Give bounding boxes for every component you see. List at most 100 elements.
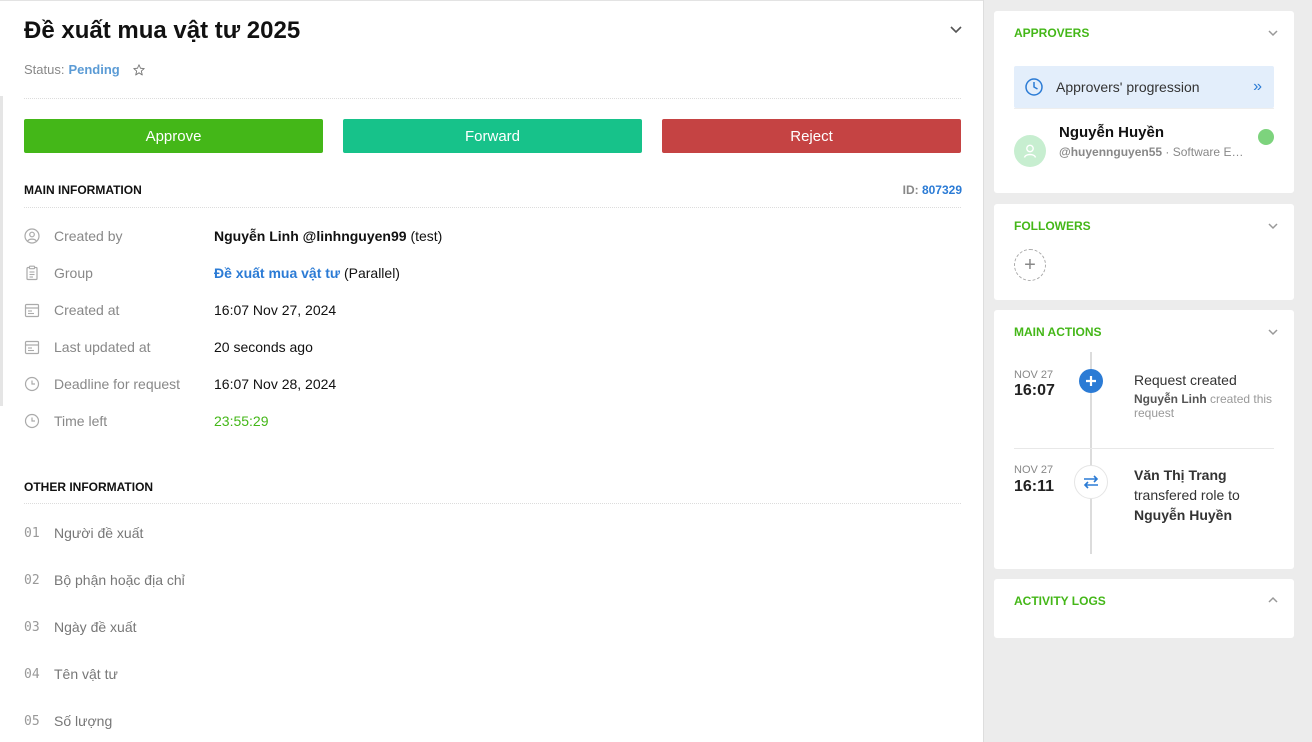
timeline-entry: Văn Thị Trang transfered role to Nguyễn … (1134, 465, 1279, 525)
forward-button[interactable]: Forward (343, 119, 642, 153)
row-number: 05 (24, 713, 40, 729)
other-info-row[interactable]: 03 Ngày đề xuất (24, 619, 137, 635)
timeline-entry: Request created Nguyễn Linh created this… (1134, 370, 1279, 420)
other-info-row[interactable]: 01 Người đề xuất (24, 525, 143, 541)
progression-label: Approvers' progression (1056, 79, 1200, 95)
calendar-icon (24, 340, 40, 355)
divider (1014, 108, 1274, 109)
row-label: Số lượng (54, 713, 113, 729)
activity-logs-heading[interactable]: ACTIVITY LOGS (1014, 594, 1106, 608)
approvers-card: APPROVERS Approvers' progression » Nguyễ… (994, 11, 1294, 193)
request-id-label: ID: (902, 183, 919, 197)
main-actions-heading[interactable]: MAIN ACTIONS (1014, 325, 1102, 339)
info-value: Đề xuất mua vật tư (Parallel) (214, 265, 400, 281)
followers-card: FOLLOWERS + (994, 204, 1294, 300)
status-row: Status: Pending (24, 62, 146, 77)
sidebar: APPROVERS Approvers' progression » Nguyễ… (983, 0, 1312, 742)
divider (1014, 448, 1274, 449)
status-badge: Pending (68, 62, 120, 77)
page-title: Đề xuất mua vật tư 2025 (24, 17, 301, 44)
timeline-date: NOV 27 (1014, 464, 1054, 476)
reject-button[interactable]: Reject (662, 119, 961, 153)
info-label: Created by (54, 228, 123, 244)
plus-icon (1079, 369, 1103, 393)
timeline-to[interactable]: Nguyễn Huyền (1134, 505, 1279, 525)
request-id: ID: 807329 (903, 183, 962, 197)
info-row-created-at: Created at 16:07 Nov 27, 2024 (24, 300, 336, 320)
divider (24, 503, 961, 504)
avatar[interactable] (1014, 135, 1046, 167)
timeline-actor[interactable]: Nguyễn Linh (1134, 392, 1207, 406)
info-value: Nguyễn Linh @linhnguyen99 (test) (214, 228, 442, 244)
star-icon[interactable] (132, 63, 146, 77)
approver-name[interactable]: Nguyễn Huyền (1059, 124, 1164, 141)
user-icon (24, 228, 40, 244)
status-label: Status: (24, 62, 65, 77)
calendar-icon (24, 303, 40, 318)
transfer-icon (1074, 465, 1108, 499)
info-row-time-left: Time left 23:55:29 (24, 411, 269, 431)
timeline-subtitle: Nguyễn Linh created this request (1134, 392, 1279, 420)
request-detail-panel: Đề xuất mua vật tư 2025 Status: Pending … (0, 0, 983, 742)
info-row-deadline: Deadline for request 16:07 Nov 28, 2024 (24, 374, 336, 394)
approvers-progression-button[interactable]: Approvers' progression » (1014, 66, 1274, 108)
divider (24, 98, 961, 99)
row-label: Bộ phận hoặc địa chỉ (54, 572, 185, 588)
creator-extra: (test) (410, 228, 443, 244)
row-label: Người đề xuất (54, 525, 144, 541)
info-label: Group (54, 265, 93, 281)
group-extra: (Parallel) (343, 265, 400, 281)
info-value: 16:07 Nov 27, 2024 (214, 302, 337, 318)
row-number: 03 (24, 619, 40, 635)
timeline-time: 16:11 (1014, 478, 1055, 495)
clock-icon (24, 413, 40, 429)
approver-subtitle: @huyennguyen55 · Software Eng... (1059, 145, 1249, 159)
chevron-up-icon[interactable] (1266, 593, 1280, 607)
other-info-row[interactable]: 05 Số lượng (24, 713, 112, 729)
request-id-value[interactable]: 807329 (922, 183, 962, 197)
info-value: 20 seconds ago (214, 339, 313, 355)
clock-icon (1025, 78, 1043, 96)
chevron-down-icon[interactable] (1266, 325, 1280, 339)
approve-button[interactable]: Approve (24, 119, 323, 153)
chevron-down-icon[interactable] (1266, 26, 1280, 40)
chevron-down-icon[interactable] (946, 19, 966, 39)
clock-icon (24, 376, 40, 392)
add-follower-button[interactable]: + (1014, 249, 1046, 281)
approver-role: Software Eng... (1172, 145, 1249, 159)
double-chevron-right-icon: » (1253, 78, 1262, 95)
info-label: Time left (54, 413, 108, 429)
main-actions-card: MAIN ACTIONS NOV 27 16:07 Request create… (994, 310, 1294, 569)
user-icon (1023, 144, 1037, 158)
scrollbar[interactable] (0, 96, 3, 406)
row-number: 04 (24, 666, 40, 682)
other-information-heading: OTHER INFORMATION (24, 480, 154, 494)
separator: · (1165, 145, 1170, 159)
creator-username[interactable]: @linhnguyen99 (303, 228, 407, 244)
timeline-from[interactable]: Văn Thị Trang (1134, 465, 1279, 485)
approver-username: @huyennguyen55 (1059, 145, 1163, 159)
online-status-dot (1258, 129, 1274, 145)
other-info-row[interactable]: 04 Tên vật tư (24, 666, 118, 682)
creator-name[interactable]: Nguyễn Linh (214, 228, 299, 244)
divider (24, 207, 961, 208)
other-info-row[interactable]: 02 Bộ phận hoặc địa chỉ (24, 572, 185, 588)
timeline-date: NOV 27 (1014, 369, 1054, 381)
row-label: Tên vật tư (54, 666, 118, 682)
timeline-action: transfered role to (1134, 487, 1240, 503)
info-row-group: Group Đề xuất mua vật tư (Parallel) (24, 263, 400, 283)
info-row-created-by: Created by Nguyễn Linh @linhnguyen99 (te… (24, 226, 442, 246)
row-label: Ngày đề xuất (54, 619, 137, 635)
followers-heading[interactable]: FOLLOWERS (1014, 219, 1091, 233)
info-label: Created at (54, 302, 120, 318)
time-left-value: 23:55:29 (214, 413, 269, 429)
approvers-heading[interactable]: APPROVERS (1014, 26, 1089, 40)
main-information-heading: MAIN INFORMATION (24, 183, 142, 197)
clipboard-icon (26, 265, 38, 281)
info-label: Last updated at (54, 339, 151, 355)
info-value: 16:07 Nov 28, 2024 (214, 376, 337, 392)
timeline-time: 16:07 (1014, 382, 1055, 399)
timeline-title: Request created (1134, 372, 1237, 388)
chevron-down-icon[interactable] (1266, 219, 1280, 233)
group-link[interactable]: Đề xuất mua vật tư (214, 265, 340, 281)
